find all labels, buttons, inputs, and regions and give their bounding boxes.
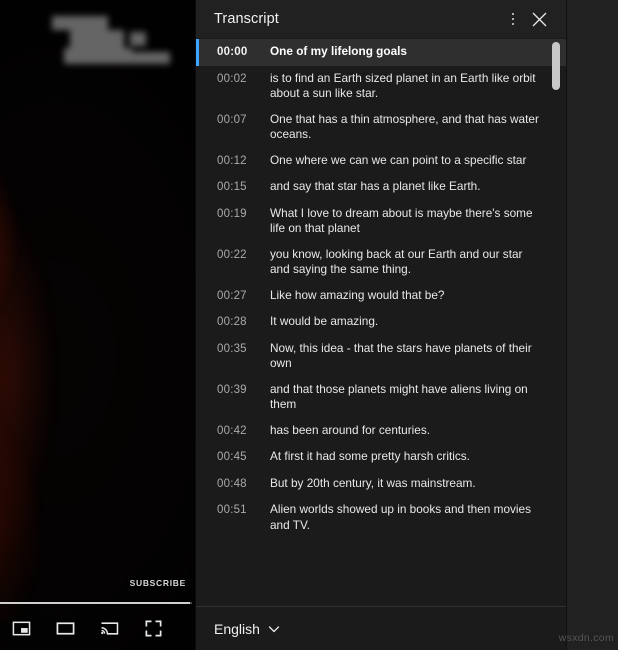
miniplayer-icon[interactable] [10,617,32,639]
theater-mode-icon[interactable] [54,617,76,639]
transcript-timestamp: 00:19 [217,207,247,220]
transcript-list[interactable]: 00:00 One of my lifelong goals 00:02 is to … [196,38,566,606]
blurred-overlay [46,14,170,66]
transcript-timestamp: 00:39 [217,383,247,396]
transcript-text: At first it had some pretty harsh critic… [270,449,470,463]
transcript-timestamp: 00:45 [217,451,247,463]
transcript-timestamp: 00:02 [217,72,247,85]
video-player[interactable]: SUBSCRIBE [0,0,195,650]
transcript-scrollbar[interactable] [552,40,560,604]
video-vignette [0,0,195,650]
transcript-row[interactable]: 00:51 Alien worlds showed up in books and… [196,497,566,538]
scrollbar-thumb[interactable] [552,42,560,90]
transcript-text: you know, looking back at our Earth and … [270,246,523,277]
kebab-menu-icon[interactable] [500,6,526,32]
transcript-timestamp: 00:12 [217,154,247,167]
transcript-footer: English [196,606,566,650]
transcript-row[interactable]: 00:42 has been around for centuries. [196,418,566,445]
video-progress-bar[interactable] [0,601,192,604]
panel-title: Transcript [214,11,279,27]
transcript-text: Alien worlds showed up in books and then… [270,502,531,532]
transcript-timestamp: 00:22 [217,248,247,261]
subscribe-button[interactable]: SUBSCRIBE [130,578,186,588]
transcript-timestamp: 00:28 [217,316,247,328]
transcript-text: What I love to dream about is maybe ther… [270,205,533,236]
close-icon[interactable] [526,6,552,32]
transcript-timestamp: 00:00 [217,46,248,58]
transcript-row[interactable]: 00:12 One where we can we can point to a … [196,148,566,175]
transcript-row[interactable]: 00:19 What I love to dream about is maybe… [196,201,566,242]
fullscreen-icon[interactable] [142,617,164,639]
player-controls [0,606,195,650]
transcript-row[interactable]: 00:45 At first it had some pretty harsh c… [196,444,566,471]
watermark: wsxdn.com [558,632,614,644]
transcript-header: Transcript [196,0,566,38]
transcript-timestamp: 00:35 [217,342,247,355]
transcript-text: and say that star has a planet like Eart… [270,179,481,193]
transcript-row[interactable]: 00:00 One of my lifelong goals [196,39,566,66]
transcript-timestamp: 00:51 [217,504,247,516]
transcript-row[interactable]: 00:22 you know, looking back at our Earth… [196,242,566,283]
transcript-text: is to find an Earth sized planet in an E… [270,70,536,101]
transcript-timestamp: 00:42 [217,424,247,437]
transcript-row[interactable]: 00:15 and say that star has a planet like… [196,174,566,201]
transcript-row[interactable]: 00:27 Like how amazing would that be? [196,283,566,310]
transcript-text: Like how amazing would that be? [270,287,445,302]
transcript-text: Now, this idea - that the stars have pla… [270,340,532,371]
language-label: English [214,620,260,637]
transcript-text: One that has a thin atmosphere, and that… [270,111,539,142]
transcript-row[interactable]: 00:39 and that those planets might have a… [196,377,566,418]
transcript-row[interactable]: 00:02 is to find an Earth sized planet in… [196,66,566,107]
transcript-text: has been around for centuries. [270,422,431,437]
transcript-row[interactable]: 00:28 It would be amazing. [196,309,566,336]
youtube-transcript-screen: SUBSCRIBE Transcript 00:00 One of my lif… [0,0,618,650]
transcript-panel: Transcript 00:00 One of my lifelong goals… [195,0,566,650]
transcript-timestamp: 00:27 [217,289,247,302]
transcript-timestamp: 00:48 [217,477,247,490]
transcript-text: It would be amazing. [270,314,379,328]
transcript-text: One where we can we can point to a speci… [270,152,527,167]
transcript-row[interactable]: 00:35 Now, this idea - that the stars hav… [196,336,566,377]
transcript-text: One of my lifelong goals [270,44,407,58]
video-progress-fill [0,601,191,604]
transcript-row[interactable]: 00:48 But by 20th century, it was mainstr… [196,471,566,498]
chevron-down-icon [268,625,280,632]
transcript-timestamp: 00:15 [217,181,247,193]
transcript-row[interactable]: 00:07 One that has a thin atmosphere, and… [196,107,566,148]
cast-icon[interactable] [98,617,120,639]
transcript-timestamp: 00:07 [217,113,247,126]
page-gutter: wsxdn.com [559,0,618,650]
language-selector[interactable]: English [214,617,287,641]
transcript-text: But by 20th century, it was mainstream. [270,475,476,490]
transcript-text: and that those planets might have aliens… [270,381,528,412]
